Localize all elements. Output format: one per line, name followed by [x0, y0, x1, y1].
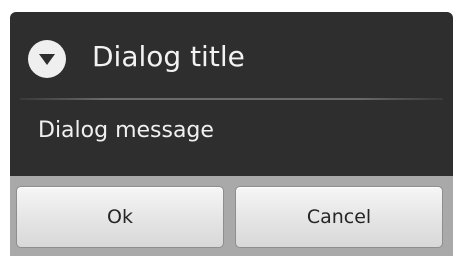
dialog-title-bar: Dialog title [10, 12, 453, 100]
dialog-message: Dialog message [38, 118, 214, 143]
cancel-button[interactable]: Cancel [235, 186, 443, 248]
title-divider [20, 98, 443, 100]
dialog-button-bar: Ok Cancel [10, 176, 453, 256]
ok-button[interactable]: Ok [16, 186, 224, 248]
chevron-down-circle-icon [28, 40, 66, 78]
dialog-title: Dialog title [92, 40, 245, 73]
dialog: Dialog title Dialog message Ok Cancel [10, 12, 453, 256]
